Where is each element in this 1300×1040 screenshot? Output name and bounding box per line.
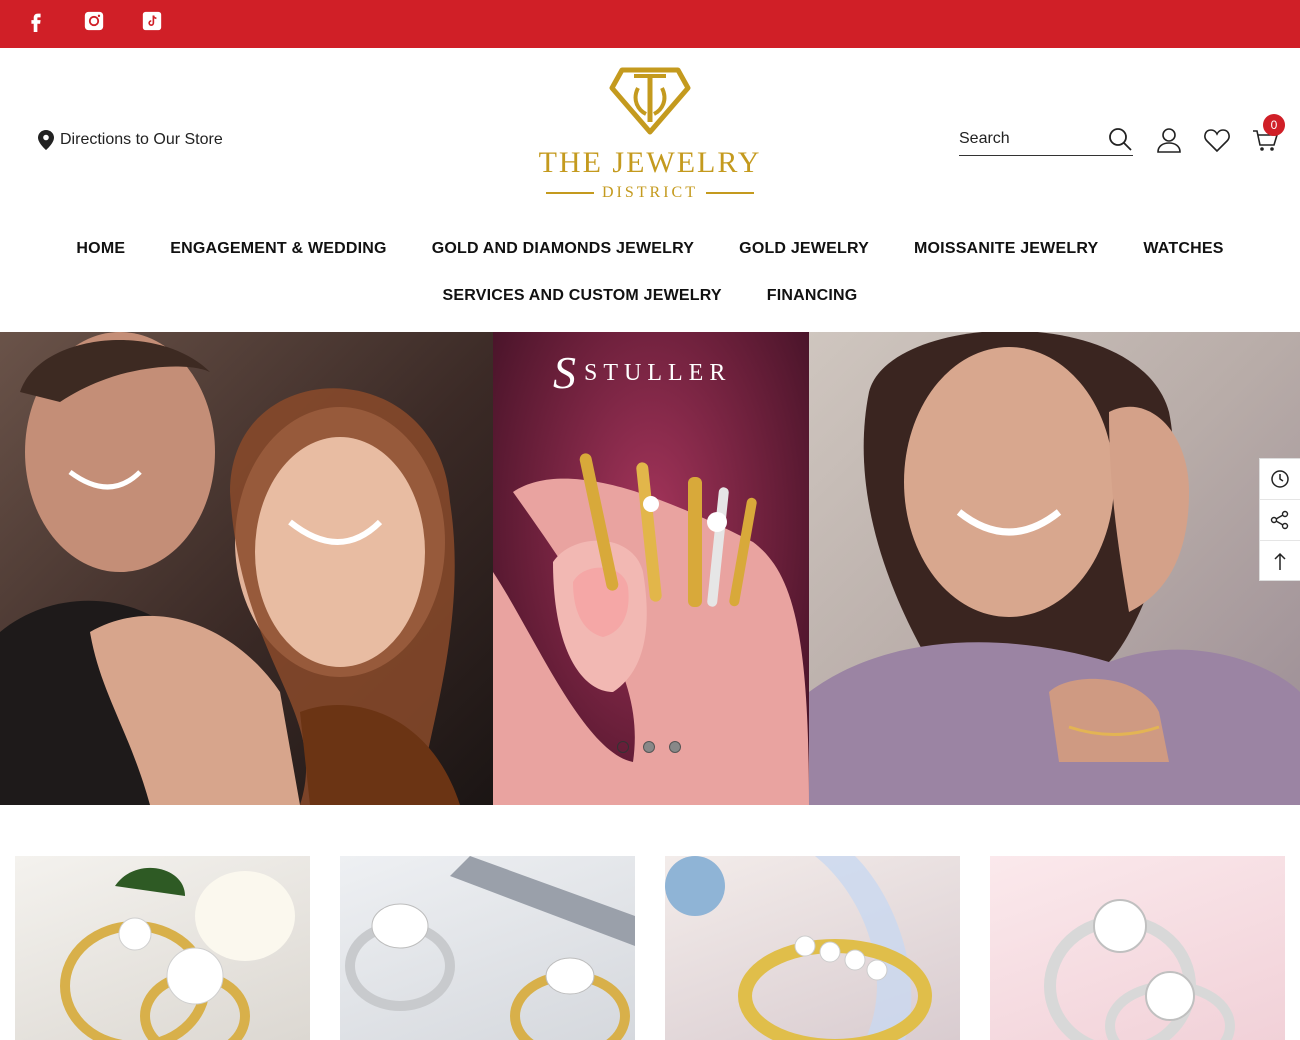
instagram-link[interactable] xyxy=(83,10,105,32)
site-header: Directions to Our Store THE JEWELRY DIST… xyxy=(0,48,1300,226)
hero-slider[interactable]: S STULLER xyxy=(0,332,1300,805)
site-logo[interactable]: THE JEWELRY DISTRICT xyxy=(530,66,770,208)
logo-subtitle-row: DISTRICT xyxy=(530,184,770,202)
nav-item-moissanite-jewelry[interactable]: MOISSANITE JEWELRY xyxy=(914,240,1098,258)
facebook-icon xyxy=(31,13,41,32)
nav-row-primary: HOME ENGAGEMENT & WEDDING GOLD AND DIAMO… xyxy=(0,240,1300,258)
search-box xyxy=(959,124,1133,156)
search-input[interactable] xyxy=(959,126,1099,152)
logo-subtitle: DISTRICT xyxy=(602,184,698,201)
logo-title: THE JEWELRY xyxy=(538,146,762,179)
gold-ring-image xyxy=(60,867,295,1040)
share-button[interactable] xyxy=(1260,500,1300,541)
cart-count-badge: 0 xyxy=(1263,114,1285,136)
nav-item-services-custom-jewelry[interactable]: SERVICES AND CUSTOM JEWELRY xyxy=(443,287,722,305)
silver-and-gold-rings-image xyxy=(345,856,635,1040)
nav-item-watches[interactable]: WATCHES xyxy=(1143,240,1223,258)
stacked-rings-illustration xyxy=(493,453,809,805)
nav-item-engagement-wedding[interactable]: ENGAGEMENT & WEDDING xyxy=(170,240,386,258)
nav-item-gold-jewelry[interactable]: GOLD JEWELRY xyxy=(739,240,869,258)
account-icon[interactable] xyxy=(1155,126,1183,154)
instagram-icon xyxy=(84,11,104,31)
product-tile-wedding-bands[interactable] xyxy=(665,856,960,1040)
recently-viewed-button[interactable] xyxy=(1260,459,1300,500)
slider-pagination xyxy=(617,741,681,753)
couple-illustration xyxy=(0,332,460,805)
share-icon xyxy=(1270,510,1289,530)
solitaire-ring-image xyxy=(1044,899,1235,1040)
slider-dot-1[interactable] xyxy=(617,741,629,753)
recently-viewed-icon xyxy=(1271,470,1289,488)
side-toolbar xyxy=(1259,458,1300,581)
social-topbar xyxy=(0,0,1300,48)
product-tile-bridal-sets[interactable] xyxy=(340,856,635,1040)
tiktok-icon xyxy=(142,11,162,31)
tiktok-link[interactable] xyxy=(141,10,163,32)
logo-divider xyxy=(546,192,594,194)
hero-woman-image xyxy=(809,332,1300,805)
slider-dot-2[interactable] xyxy=(643,741,655,753)
facebook-link[interactable] xyxy=(25,10,47,32)
map-pin-icon xyxy=(38,130,54,150)
back-to-top-button[interactable] xyxy=(1260,541,1300,582)
nav-item-financing[interactable]: FINANCING xyxy=(767,287,858,305)
directions-link[interactable]: Directions to Our Store xyxy=(38,130,223,150)
wishlist-heart-icon[interactable] xyxy=(1203,126,1231,154)
nav-item-home[interactable]: HOME xyxy=(76,240,125,258)
hero-rings-image: S STULLER xyxy=(493,332,809,805)
product-tile-engagement-rings[interactable] xyxy=(15,856,310,1040)
woman-illustration xyxy=(809,332,1300,805)
back-to-top-icon xyxy=(1274,552,1286,570)
nav-row-secondary: SERVICES AND CUSTOM JEWELRY FINANCING xyxy=(0,287,1300,305)
directions-label: Directions to Our Store xyxy=(60,131,223,148)
main-navigation: HOME ENGAGEMENT & WEDDING GOLD AND DIAMO… xyxy=(0,226,1300,332)
slider-dot-3[interactable] xyxy=(669,741,681,753)
product-tile-fashion-rings[interactable] xyxy=(990,856,1285,1040)
search-icon[interactable] xyxy=(1107,126,1133,152)
hero-couple-image xyxy=(0,332,493,805)
nav-item-gold-diamonds-jewelry[interactable]: GOLD AND DIAMONDS JEWELRY xyxy=(432,240,694,258)
logo-divider xyxy=(706,192,754,194)
diamond-band-image xyxy=(665,856,932,1040)
logo-diamond-icon xyxy=(609,67,691,135)
